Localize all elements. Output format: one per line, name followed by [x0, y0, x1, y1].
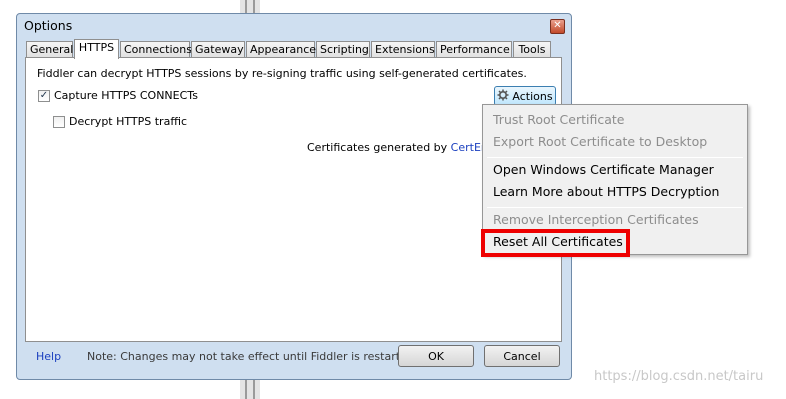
tab-performance[interactable]: Performance — [436, 41, 512, 58]
tab-extensions[interactable]: Extensions — [371, 41, 435, 58]
menu-item-trust-root[interactable]: Trust Root Certificate — [493, 112, 624, 127]
restart-note: Note: Changes may not take effect until … — [87, 350, 418, 363]
tab-tools[interactable]: Tools — [513, 41, 551, 58]
https-description: Fiddler can decrypt HTTPS sessions by re… — [37, 67, 527, 80]
close-button[interactable]: ✕ — [550, 19, 565, 34]
tab-general[interactable]: General — [26, 41, 73, 58]
ok-button[interactable]: OK — [398, 345, 474, 367]
gear-icon — [497, 89, 509, 104]
dialog-title: Options — [24, 18, 73, 33]
menu-item-export-root[interactable]: Export Root Certificate to Desktop — [493, 134, 707, 149]
capture-https-option[interactable]: ✓ Capture HTTPS CONNECTs — [38, 89, 198, 102]
decrypt-https-checkbox[interactable] — [53, 115, 65, 128]
capture-https-label: Capture HTTPS CONNECTs — [54, 89, 198, 102]
menu-separator — [487, 157, 743, 158]
menu-item-open-cert-manager[interactable]: Open Windows Certificate Manager — [493, 162, 714, 177]
help-link[interactable]: Help — [36, 350, 61, 363]
actions-label: Actions — [512, 89, 553, 103]
cancel-button[interactable]: Cancel — [484, 345, 560, 367]
close-icon: ✕ — [553, 20, 562, 31]
tab-connections[interactable]: Connections — [120, 41, 192, 58]
decrypt-https-option[interactable]: Decrypt HTTPS traffic — [53, 115, 187, 128]
capture-https-checkbox[interactable]: ✓ — [38, 89, 50, 102]
tab-scripting[interactable]: Scripting — [316, 41, 370, 58]
tab-appearance[interactable]: Appearance — [246, 41, 316, 58]
menu-separator — [487, 207, 743, 208]
highlight-box — [481, 229, 630, 257]
tab-https[interactable]: HTTPS — [74, 39, 119, 59]
tab-gateway[interactable]: Gateway — [191, 41, 245, 58]
watermark: https://blog.csdn.net/tairu — [594, 369, 764, 384]
decrypt-https-label: Decrypt HTTPS traffic — [69, 115, 187, 128]
menu-item-learn-more[interactable]: Learn More about HTTPS Decryption — [493, 184, 719, 199]
menu-item-remove-certs[interactable]: Remove Interception Certificates — [493, 212, 699, 227]
certificates-prefix: Certificates generated by — [307, 141, 451, 154]
actions-button[interactable]: Actions — [494, 86, 556, 106]
